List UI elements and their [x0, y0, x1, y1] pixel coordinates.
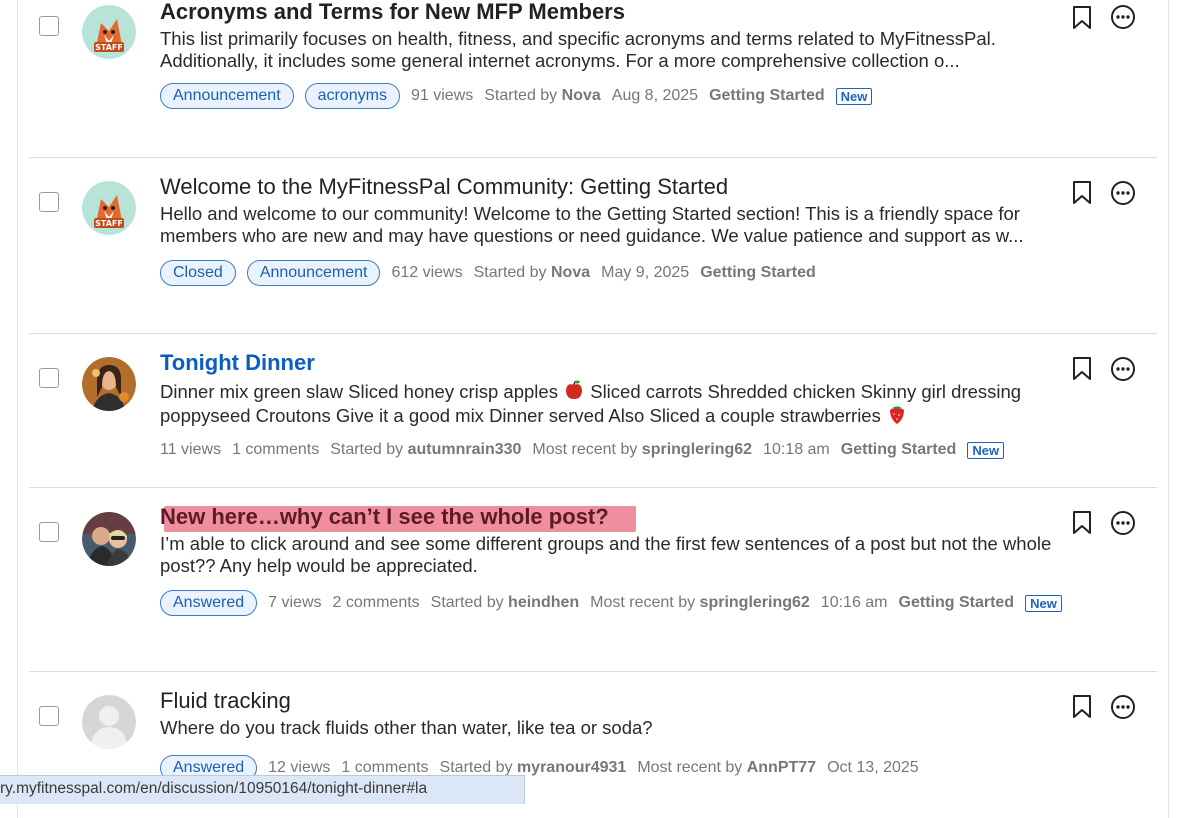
post-date: Oct 13, 2025 [827, 758, 919, 776]
discussion-title[interactable]: New here…why can’t I see the whole post? [160, 504, 636, 532]
discussion-title[interactable]: Acronyms and Terms for New MFP Members [160, 0, 1060, 25]
started-by: Started by heindhen [431, 591, 580, 615]
author-link[interactable]: heindhen [508, 594, 579, 611]
view-count: 11 views [160, 441, 222, 458]
view-count: 91 views [411, 87, 474, 104]
recent-author-link[interactable]: springlering62 [700, 594, 810, 611]
author-link[interactable]: myranour4931 [517, 759, 626, 776]
discussion-excerpt: This list primarily focuses on health, f… [160, 28, 996, 71]
browser-status-url: ry.myfitnesspal.com/en/discussion/109501… [0, 775, 525, 804]
tag-announcement[interactable]: Announcement [246, 260, 381, 286]
started-by-label: Started by [484, 87, 558, 104]
user-photo-avatar[interactable] [82, 512, 136, 566]
default-user-avatar[interactable] [82, 695, 136, 749]
discussion-excerpt: Dinner mix green slaw Sliced honey crisp… [160, 379, 1060, 426]
most-recent-by: Most recent by springlering62 [590, 591, 810, 615]
discussion-meta: Closed Announcement 612 views Started by… [160, 260, 1060, 286]
category-link[interactable]: Getting Started [899, 591, 1015, 615]
bookmark-icon[interactable] [1072, 180, 1092, 206]
svg-text:STAFF: STAFF [95, 219, 123, 228]
excerpt-text: Sliced carrots Shredded chicken Skinny g… [590, 381, 947, 402]
select-checkbox[interactable] [39, 368, 59, 388]
tag-announcement[interactable]: Announcement [160, 83, 294, 109]
started-by: Started by Nova [484, 84, 601, 108]
row-divider [29, 333, 1157, 334]
select-checkbox[interactable] [39, 16, 59, 36]
discussion-meta: Announcement acronyms 91 views Started b… [160, 83, 1060, 109]
select-checkbox[interactable] [39, 706, 59, 726]
started-by-label: Started by [439, 758, 513, 776]
tag-acronyms[interactable]: acronyms [304, 83, 400, 109]
select-checkbox[interactable] [39, 192, 59, 212]
post-time: 10:18 am [763, 441, 830, 458]
started-by-label: Started by [473, 264, 547, 281]
row-divider [29, 487, 1157, 488]
strawberry-emoji-icon [889, 406, 904, 424]
row-divider [29, 671, 1157, 672]
view-count: 7 views [268, 594, 322, 611]
discussion-title[interactable]: Fluid tracking [160, 688, 1060, 714]
most-recent-label: Most recent by [532, 441, 638, 458]
comment-count: 1 comments [232, 441, 320, 458]
user-photo-avatar[interactable] [82, 357, 136, 411]
most-recent-by: Most recent by springlering62 [532, 438, 752, 462]
discussion-title[interactable]: Tonight Dinner [160, 350, 1060, 376]
most-recent-by: Most recent by AnnPT77 [637, 756, 816, 780]
most-recent-label: Most recent by [590, 594, 696, 611]
post-date: Aug 8, 2025 [611, 87, 699, 104]
discussion-meta: 11 views 1 comments Started by autumnrai… [160, 438, 1060, 462]
bookmark-icon[interactable] [1072, 356, 1092, 382]
more-options-icon[interactable] [1110, 4, 1136, 30]
discussion-title[interactable]: Welcome to the MyFitnessPal Community: G… [160, 174, 1060, 200]
author-link[interactable]: autumnrain330 [408, 441, 522, 458]
svg-text:STAFF: STAFF [95, 43, 123, 52]
author-link[interactable]: Nova [551, 264, 590, 281]
started-by-label: Started by [330, 441, 404, 458]
staff-fox-avatar[interactable]: STAFF [82, 5, 136, 59]
comment-count: 2 comments [332, 594, 420, 611]
bookmark-icon[interactable] [1072, 5, 1092, 31]
started-by: Started by Nova [474, 261, 591, 285]
post-date: May 9, 2025 [601, 264, 690, 281]
apple-emoji-icon [566, 380, 583, 399]
started-by-label: Started by [430, 594, 504, 611]
tag-closed[interactable]: Closed [160, 260, 236, 286]
most-recent-label: Most recent by [637, 758, 743, 776]
category-link[interactable]: Getting Started [841, 438, 957, 462]
recent-author-link[interactable]: springlering62 [642, 441, 752, 458]
tag-answered[interactable]: Answered [160, 590, 258, 616]
more-options-icon[interactable] [1110, 510, 1136, 536]
excerpt-text: Dinner mix green slaw Sliced honey crisp… [160, 381, 558, 402]
recent-author-link[interactable]: AnnPT77 [747, 759, 816, 776]
discussion-meta: Answered 7 views 2 comments Started by h… [160, 590, 1065, 616]
more-options-icon[interactable] [1110, 356, 1136, 382]
more-options-icon[interactable] [1110, 180, 1136, 206]
author-link[interactable]: Nova [562, 87, 601, 104]
bookmark-icon[interactable] [1072, 510, 1092, 536]
staff-fox-avatar[interactable]: STAFF [82, 181, 136, 235]
row-divider [29, 157, 1157, 158]
discussion-excerpt: Where do you track fluids other than wat… [160, 717, 653, 738]
started-by: Started by autumnrain330 [330, 438, 521, 462]
bookmark-icon[interactable] [1072, 694, 1092, 720]
new-badge: New [967, 441, 1005, 459]
new-badge: New [1025, 594, 1062, 612]
discussion-title-text[interactable]: New here…why can’t I see the whole post? [160, 504, 609, 529]
more-options-icon[interactable] [1110, 694, 1136, 720]
select-checkbox[interactable] [39, 522, 59, 542]
category-link[interactable]: Getting Started [700, 261, 816, 285]
category-link[interactable]: Getting Started [709, 84, 825, 108]
discussion-excerpt: I’m able to click around and see some di… [160, 533, 1052, 576]
new-badge: New [835, 87, 873, 105]
view-count: 612 views [391, 264, 463, 281]
post-time: 10:16 am [820, 594, 888, 611]
discussion-excerpt: Hello and welcome to our community! Welc… [160, 203, 1024, 246]
